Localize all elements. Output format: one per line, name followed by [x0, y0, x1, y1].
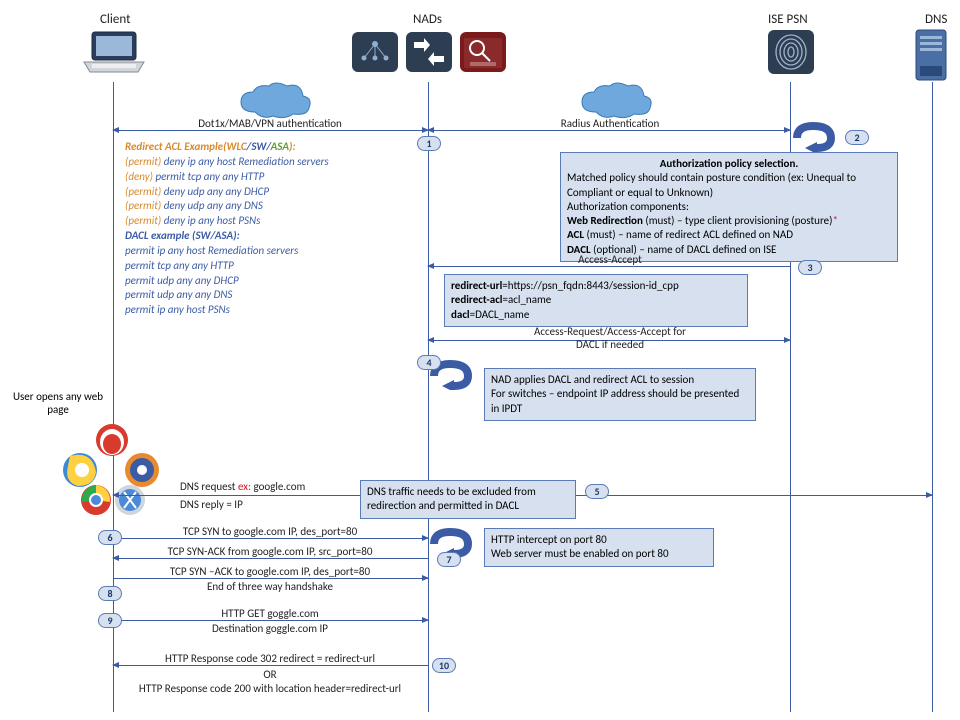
- msg-access-accept: Access-Accept: [540, 253, 680, 266]
- actor-client-label: Client: [100, 12, 130, 27]
- arrow-tcp-synack: [113, 558, 428, 559]
- msg-resp302: HTTP Response code 302 redirect = redire…: [130, 652, 410, 665]
- arrow-tcp-ack: [113, 578, 428, 579]
- msg-or: OR: [250, 668, 290, 681]
- msg-syn: TCP SYN to google.com IP, des_port=80: [160, 525, 380, 538]
- msg-handshake-end: End of three way handshake: [180, 580, 360, 593]
- arrow-auth-nad-ise: [428, 130, 790, 131]
- dns-server-icon: [912, 28, 950, 85]
- step-badge-10: 10: [432, 658, 456, 673]
- step-badge-4: 4: [417, 355, 441, 370]
- msg-ack: TCP SYN –ACK to google.com IP, des_port=…: [150, 565, 390, 578]
- loop-arrow-icon: [793, 122, 837, 155]
- msg-resp200: HTTP Response code 200 with location hea…: [110, 682, 430, 695]
- authorization-policy-box: Authorization policy selection. Matched …: [560, 152, 898, 262]
- step-badge-3: 3: [798, 260, 822, 275]
- step-badge-5: 5: [585, 484, 609, 499]
- laptop-icon: [82, 28, 146, 79]
- arrow-access-accept: [428, 266, 790, 267]
- arrow-tcp-syn: [113, 538, 428, 539]
- msg-http-get: HTTP GET goggle.com: [200, 607, 340, 620]
- step-badge-9: 9: [98, 613, 122, 628]
- actor-ise-label: ISE PSN: [768, 12, 808, 27]
- msg-dns-req: DNS request ex: google.com: [180, 480, 305, 493]
- actor-nads-label: NADs: [413, 12, 442, 27]
- step-badge-2: 2: [845, 130, 869, 145]
- browser-icons-cluster: [52, 420, 172, 519]
- nad-icons: [352, 28, 512, 81]
- arrow-http-get: [113, 620, 428, 621]
- step-badge-1: 1: [417, 136, 441, 151]
- arrow-http-response: [113, 665, 428, 666]
- redirect-params-box: redirect-url=https://psn_fqdn:8443/sessi…: [444, 274, 748, 327]
- msg-http-dest: Destination goggle.com IP: [200, 622, 340, 635]
- step-badge-7: 7: [437, 552, 461, 567]
- user-opens-web-note: User opens any web page: [8, 390, 108, 416]
- step-badge-8: 8: [98, 586, 122, 601]
- actor-dns-label: DNS: [925, 12, 947, 27]
- arrow-auth-client-nad: [113, 130, 428, 131]
- dns-note-box: DNS traffic needs to be excluded from re…: [360, 480, 576, 519]
- msg-auth2: Radius Authentication: [530, 117, 690, 130]
- ise-fingerprint-icon: [766, 28, 816, 79]
- msg-synack: TCP SYN-ACK from google.com IP, src_port…: [150, 545, 390, 558]
- http-intercept-box: HTTP intercept on port 80 Web server mus…: [484, 528, 714, 567]
- acl-example-block: Redirect ACL Example(WLC/SW/ASA): (permi…: [125, 140, 415, 318]
- lifeline-dns: [932, 82, 933, 712]
- step-badge-6: 6: [98, 530, 122, 545]
- msg-auth1: Dot1x/MAB/VPN authentication: [160, 117, 380, 130]
- msg-dns-reply: DNS reply = IP: [180, 498, 243, 511]
- msg-dacl-req: Access-Request/Access-Accept forDACL if …: [510, 325, 710, 351]
- nad-applies-box: NAD applies DACL and redirect ACL to ses…: [484, 368, 756, 421]
